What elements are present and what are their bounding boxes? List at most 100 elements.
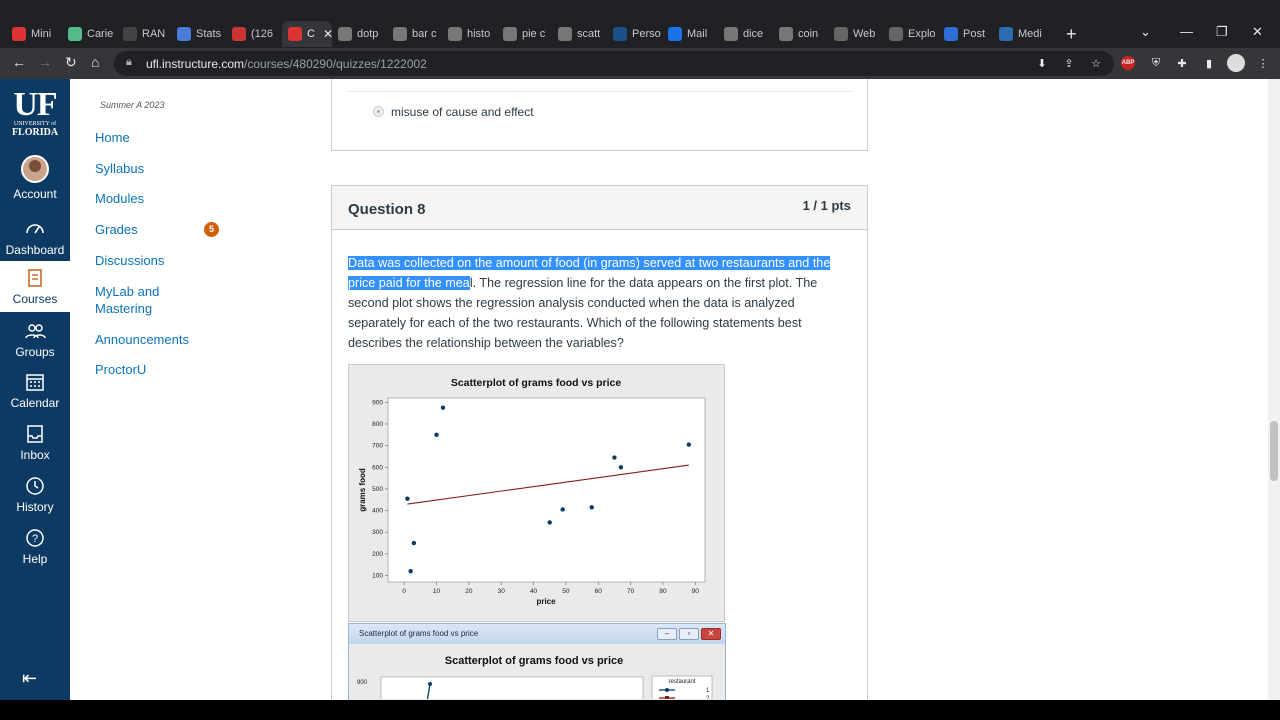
google-icon <box>338 27 352 41</box>
global-nav-dashboard[interactable]: Dashboard <box>0 218 70 257</box>
browser-tab[interactable]: bar c <box>387 21 442 47</box>
maximize-icon[interactable]: ❐ <box>1216 24 1228 40</box>
browser-tab[interactable]: Stats <box>171 21 226 47</box>
course-nav-announcements[interactable]: Announcements <box>95 331 189 348</box>
x-tick-label: 10 <box>433 588 441 595</box>
x-tick-label: 40 <box>530 588 538 595</box>
course-nav-grades[interactable]: Grades <box>95 221 138 238</box>
close-window-icon[interactable]: ✕ <box>1252 24 1263 40</box>
global-nav-history[interactable]: History <box>0 475 70 514</box>
docs-icon <box>177 27 191 41</box>
browser-tab[interactable]: pie c <box>497 21 552 47</box>
nav-label: Calendar <box>10 396 60 410</box>
course-nav-proctoru[interactable]: ProctorU <box>95 361 146 378</box>
browser-tab[interactable]: Explo <box>883 21 938 47</box>
home-icon[interactable]: ⌂ <box>91 54 99 70</box>
courses-icon <box>28 269 42 287</box>
svg-text:900: 900 <box>357 680 368 686</box>
global-nav-inbox[interactable]: Inbox <box>0 423 70 462</box>
scrollbar-thumb[interactable] <box>1270 421 1278 481</box>
tab-close-icon[interactable]: ✕ <box>323 27 332 41</box>
y-tick-label: 100 <box>372 573 383 580</box>
tab-label: bar c <box>412 28 437 40</box>
global-nav-calendar[interactable]: Calendar <box>0 371 70 410</box>
y-tick-label: 400 <box>372 508 383 515</box>
y-tick-label: 300 <box>372 529 383 536</box>
divider <box>348 91 853 92</box>
course-nav-discussions[interactable]: Discussions <box>95 252 164 269</box>
browser-tab[interactable]: Post <box>938 21 993 47</box>
globe-icon <box>889 27 903 41</box>
browser-tab[interactable]: (126 <box>226 21 282 47</box>
browser-tab[interactable]: Perso <box>607 21 662 47</box>
course-nav-home[interactable]: Home <box>95 129 130 146</box>
uf-logo[interactable]: UF UNIVERSITY of FLORIDA <box>10 88 60 138</box>
browser-tab[interactable]: dotp <box>332 21 387 47</box>
groups-icon <box>25 324 46 339</box>
answer-option-label: misuse of cause and effect <box>391 105 534 119</box>
global-nav-account[interactable]: Account <box>0 155 70 201</box>
tab-label: Mini <box>31 28 52 40</box>
omnibox[interactable]: 🔒︎ ufl.instructure.com/courses/480290/qu… <box>114 51 1114 76</box>
install-icon[interactable]: ⬇ <box>1035 56 1049 70</box>
share-icon[interactable]: ⇪ <box>1062 56 1076 70</box>
x-tick-label: 50 <box>562 588 570 595</box>
extensions-icon[interactable]: ✚ <box>1175 56 1189 70</box>
chart-title: Scatterplot of grams food vs price <box>451 377 622 389</box>
global-nav-help[interactable]: ? Help <box>0 527 70 566</box>
browser-tab[interactable]: histo <box>442 21 497 47</box>
question-title: Question 8 <box>348 201 426 218</box>
window-minimize-icon[interactable]: – <box>657 628 677 640</box>
profile-avatar-icon[interactable] <box>1227 54 1245 72</box>
y-tick-label: 500 <box>372 486 383 493</box>
bookmark-star-icon[interactable]: ☆ <box>1089 56 1103 70</box>
window-close-icon[interactable]: ✕ <box>701 628 721 640</box>
data-point <box>434 432 439 437</box>
browser-tab[interactable]: Mini <box>6 21 62 47</box>
badge-icon <box>232 27 246 41</box>
course-nav-mylab[interactable]: MyLab and Mastering <box>95 283 185 317</box>
menu-kebab-icon[interactable]: ⋮ <box>1256 56 1270 70</box>
course-nav-modules[interactable]: Modules <box>95 190 144 207</box>
global-nav-courses[interactable]: Courses <box>0 261 70 312</box>
scatterplot-2-window: Scatterplot of grams food vs price – ▫ ✕… <box>348 623 726 703</box>
previous-question-card: misuse of cause and effect <box>331 79 868 151</box>
browser-tab[interactable]: RAN <box>117 21 171 47</box>
page-scrollbar[interactable] <box>1268 79 1280 700</box>
browser-tab[interactable]: coin <box>773 21 828 47</box>
browser-tab[interactable]: Medi <box>993 21 1048 47</box>
window-maximize-icon[interactable]: ▫ <box>679 628 699 640</box>
adblock-icon[interactable]: ABP <box>1121 56 1135 70</box>
sidepanel-icon[interactable]: ▮ <box>1202 56 1216 70</box>
y-tick-label: 800 <box>372 421 383 428</box>
browser-tab[interactable]: Carie <box>62 21 117 47</box>
new-tab-button[interactable]: + <box>1066 24 1077 45</box>
back-icon[interactable]: ← <box>12 54 26 70</box>
x-tick-label: 80 <box>659 588 667 595</box>
browser-tab[interactable]: dice <box>718 21 773 47</box>
browser-tab[interactable]: scatt <box>552 21 607 47</box>
z-icon <box>944 27 958 41</box>
course-nav-syllabus[interactable]: Syllabus <box>95 160 144 177</box>
url-text[interactable]: ufl.instructure.com/courses/480290/quizz… <box>146 57 427 71</box>
minimize-icon[interactable]: — <box>1180 24 1193 39</box>
collapse-nav-icon[interactable]: ⇤ <box>22 668 37 689</box>
tab-label: (126 <box>251 28 274 40</box>
reload-icon[interactable]: ↻ <box>65 54 77 71</box>
calendar-icon <box>26 374 44 391</box>
global-nav-groups[interactable]: Groups <box>0 320 70 359</box>
x-tick-label: 90 <box>692 588 700 595</box>
browser-tab[interactable]: C ✕ <box>282 21 332 47</box>
global-nav: UF UNIVERSITY of FLORIDA Account Dashboa… <box>0 79 70 700</box>
answer-radio[interactable] <box>373 106 384 117</box>
y-axis-label: grams food <box>358 468 367 512</box>
data-point <box>686 442 692 447</box>
forward-icon[interactable]: → <box>38 54 52 70</box>
page-icon <box>68 27 82 41</box>
browser-tab[interactable]: Mail <box>662 21 718 47</box>
tab-search-icon[interactable]: ⌄ <box>1140 24 1151 40</box>
nav-label: Account <box>13 187 57 201</box>
browser-tab[interactable]: Web <box>828 21 883 47</box>
shield-icon[interactable]: ⛨ <box>1149 56 1163 70</box>
tab-label: Carie <box>87 28 114 40</box>
